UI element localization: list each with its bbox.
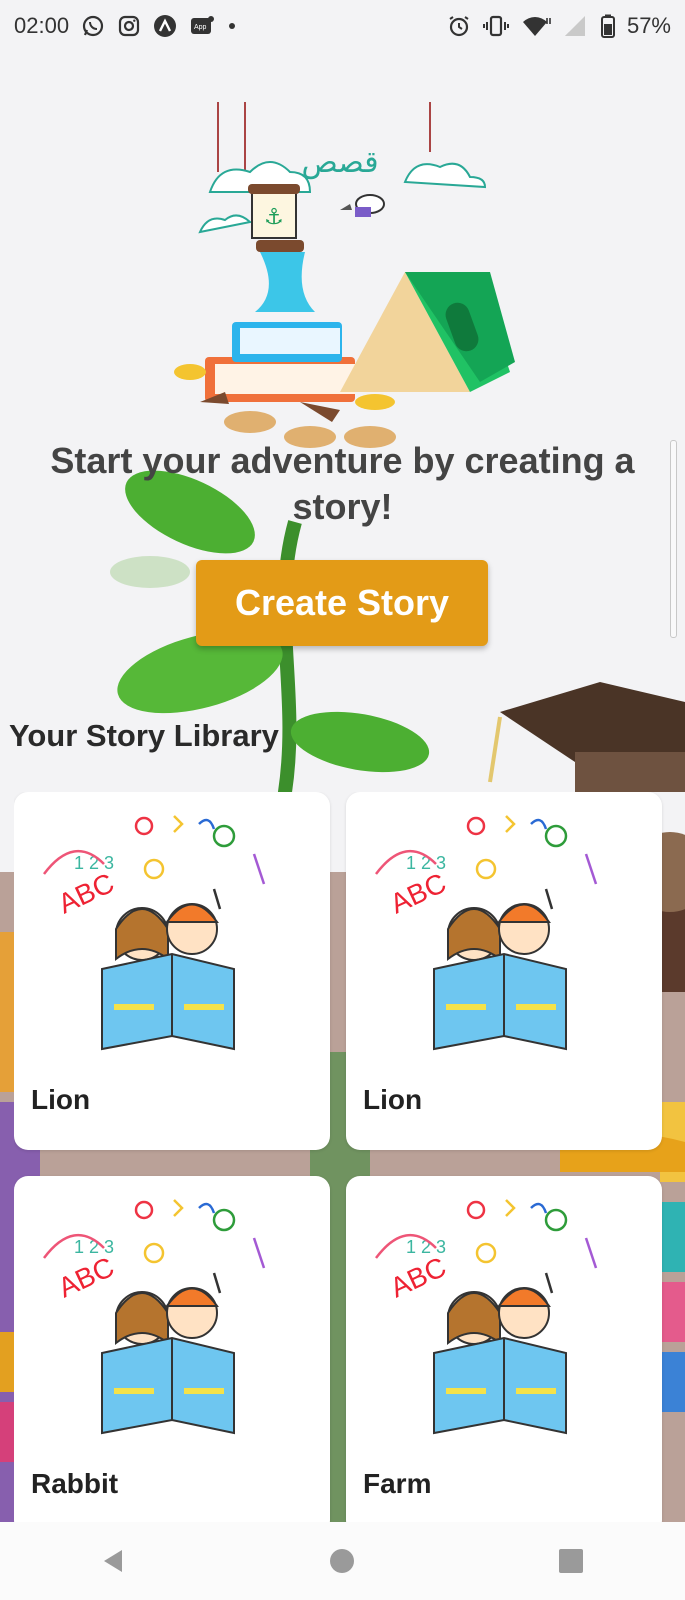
battery-icon	[600, 14, 615, 38]
story-card[interactable]: ABC 1 2 3 Lion	[346, 792, 662, 1150]
story-card[interactable]: ABC 1 2 3 Farm	[346, 1176, 662, 1522]
status-right: 57%	[447, 13, 671, 39]
clock: 02:00	[14, 13, 70, 38]
svg-text:ABC: ABC	[385, 867, 450, 919]
status-left: 02:00 App	[14, 13, 237, 39]
hero-arabic-title: قصص	[301, 145, 378, 180]
story-card[interactable]: ABC 1 2 3 Rabbit	[14, 1176, 330, 1522]
kids-reading-illustration: ABC 1 2 3	[375, 815, 598, 1051]
navigation-bar	[0, 1522, 685, 1600]
create-story-button[interactable]: Create Story	[196, 560, 488, 646]
instagram-icon	[117, 14, 141, 38]
story-card[interactable]: ABC 1 2 3 Lion	[14, 792, 330, 1150]
kids-reading-illustration: ABC 1 2 3	[375, 1199, 598, 1435]
alarm-icon	[447, 14, 471, 38]
kids-reading-illustration: ABC 1 2 3	[43, 1199, 266, 1435]
kids-reading-illustration: ABC 1 2 3	[43, 815, 266, 1051]
recents-icon[interactable]	[541, 1531, 601, 1591]
svg-text:⚓: ⚓	[264, 205, 284, 230]
svg-text:ABC: ABC	[53, 867, 118, 919]
svg-text:ABC: ABC	[53, 1251, 118, 1303]
app-badge-icon: App	[189, 14, 215, 38]
status-bar: 02:00 App 57%	[0, 0, 685, 52]
story-title: Farm	[363, 1468, 432, 1499]
vibrate-icon	[482, 14, 509, 38]
home-icon[interactable]	[312, 1531, 372, 1591]
svg-text:App: App	[194, 24, 207, 31]
dot-icon	[227, 21, 237, 31]
story-title: Lion	[31, 1084, 91, 1115]
story-title: Lion	[363, 1084, 423, 1115]
library-title: Your Story Library	[9, 718, 279, 753]
hero-illustration: قصص ⚓	[174, 102, 515, 448]
battery-percent: 57%	[626, 13, 671, 38]
svg-text:ABC: ABC	[385, 1251, 450, 1303]
wifi-icon	[521, 14, 551, 38]
tagline: Start your adventure by creating a story…	[50, 440, 635, 527]
story-title: Rabbit	[31, 1468, 119, 1499]
whatsapp-icon	[81, 14, 105, 38]
story-grid: ABC 1 2 3 Lion ABC 1 2 3 Lion ABC 1 2 3 …	[14, 792, 671, 1522]
signal-icon	[563, 14, 589, 38]
app-a-icon	[153, 14, 177, 38]
main-content: قصص ⚓ Start your adventure by creating a…	[0, 52, 685, 1522]
back-icon[interactable]	[84, 1531, 144, 1591]
scrollbar[interactable]	[670, 440, 677, 638]
